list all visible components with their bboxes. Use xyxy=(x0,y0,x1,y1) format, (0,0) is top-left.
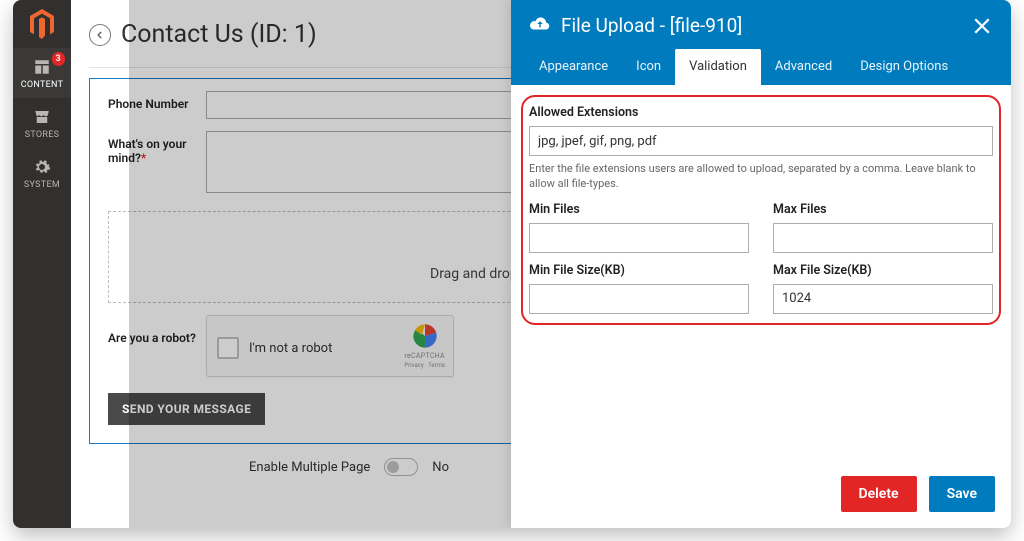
modal-body: Allowed Extensions Enter the file extens… xyxy=(511,85,1011,464)
modal-title: File Upload - [file-910] xyxy=(561,14,961,37)
cloud-upload-icon xyxy=(529,15,551,37)
max-files-input[interactable] xyxy=(773,223,993,253)
max-files-label: Max Files xyxy=(773,202,993,217)
save-button[interactable]: Save xyxy=(929,476,995,512)
tab-advanced[interactable]: Advanced xyxy=(761,49,846,85)
tab-design-options[interactable]: Design Options xyxy=(846,49,962,85)
file-upload-modal: File Upload - [file-910] Appearance Icon… xyxy=(511,0,1011,528)
tab-icon[interactable]: Icon xyxy=(622,49,675,85)
sidebar-item-stores[interactable]: STORES xyxy=(13,98,71,148)
back-button[interactable] xyxy=(89,24,111,46)
admin-sidebar: CONTENT 3 STORES SYSTEM xyxy=(13,0,71,528)
allowed-ext-help: Enter the file extensions users are allo… xyxy=(529,162,993,192)
max-size-input[interactable] xyxy=(773,284,993,314)
modal-tabs: Appearance Icon Validation Advanced Desi… xyxy=(511,49,1011,85)
modal-footer: Delete Save xyxy=(511,464,1011,528)
sidebar-item-content[interactable]: CONTENT 3 xyxy=(13,48,71,98)
delete-button[interactable]: Delete xyxy=(841,476,917,512)
tab-appearance[interactable]: Appearance xyxy=(525,49,622,85)
allowed-ext-input[interactable] xyxy=(529,126,993,156)
allowed-ext-label: Allowed Extensions xyxy=(529,105,993,120)
magento-logo[interactable] xyxy=(13,0,71,48)
notification-badge: 3 xyxy=(52,52,65,66)
sidebar-item-label: STORES xyxy=(25,130,60,140)
max-size-label: Max File Size(KB) xyxy=(773,263,993,278)
modal-header: File Upload - [file-910] Appearance Icon… xyxy=(511,0,1011,85)
min-files-label: Min Files xyxy=(529,202,749,217)
min-size-input[interactable] xyxy=(529,284,749,314)
min-size-label: Min File Size(KB) xyxy=(529,263,749,278)
close-icon[interactable] xyxy=(971,15,993,37)
min-files-input[interactable] xyxy=(529,223,749,253)
sidebar-item-system[interactable]: SYSTEM xyxy=(13,148,71,198)
sidebar-item-label: CONTENT xyxy=(21,80,64,90)
tab-validation[interactable]: Validation xyxy=(675,49,761,85)
sidebar-item-label: SYSTEM xyxy=(24,180,60,190)
